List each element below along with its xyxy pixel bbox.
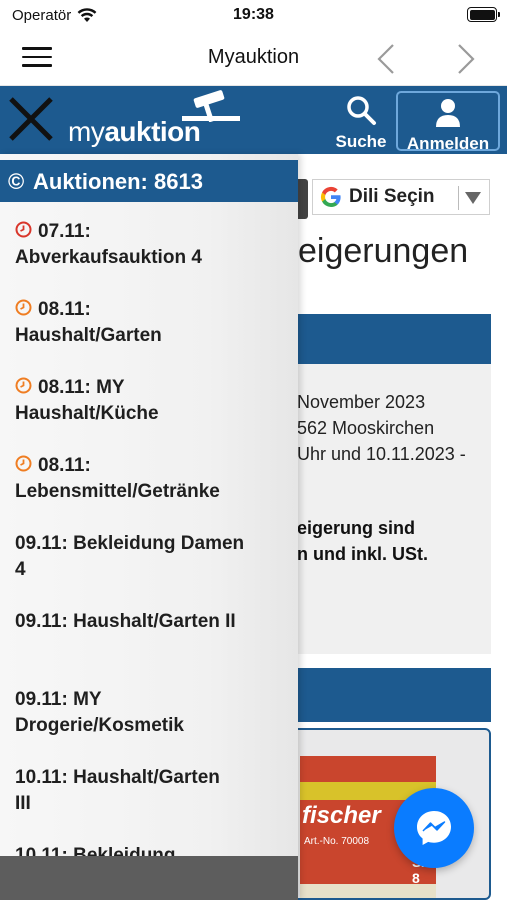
auction-info-text: November 2023 562 Mooskirchen Uhr und 10… bbox=[297, 392, 466, 464]
app-screen: Operatör 19:38 Myauktion myauktion Suche… bbox=[0, 0, 507, 900]
site-header: myauktion Suche Anmelden bbox=[0, 86, 507, 154]
close-icon[interactable] bbox=[6, 94, 56, 144]
auction-item[interactable]: 07.11: Abverkaufsauktion 4 bbox=[0, 202, 298, 280]
auction-item-line2: Haushalt/Garten bbox=[15, 325, 162, 346]
auction-item[interactable]: 09.11: Bekleidung Damen 4 bbox=[0, 514, 298, 592]
drawer-footer bbox=[0, 856, 298, 900]
search-label: Suche bbox=[335, 132, 387, 151]
auctions-drawer: © Auktionen: 8613 07.11: Abverkaufsauktio… bbox=[0, 154, 298, 900]
auction-item-line1: 07.11: bbox=[38, 221, 91, 242]
auction-item[interactable]: 10.11: Haushalt/Garten III bbox=[0, 748, 298, 826]
auction-item-line1: 08.11: bbox=[38, 299, 91, 320]
clock-time: 19:38 bbox=[233, 6, 274, 23]
clock-icon bbox=[15, 221, 32, 238]
page-heading: eigerungen bbox=[298, 232, 469, 270]
chevron-right-icon[interactable] bbox=[451, 42, 481, 76]
auction-item-line2: III bbox=[15, 793, 31, 814]
caret-down-icon bbox=[465, 192, 481, 204]
messenger-button[interactable] bbox=[394, 788, 474, 868]
product-code: Art.-No. 70008 bbox=[304, 836, 370, 847]
auction-item-line2: 4 bbox=[15, 559, 26, 580]
drawer-title: Auktionen: 8613 bbox=[33, 169, 203, 194]
section-header-bar-2 bbox=[292, 668, 491, 722]
auction-item-line1: 08.11: MY bbox=[38, 377, 125, 398]
auction-item[interactable]: 09.11: MY Drogerie/Kosmetik bbox=[0, 670, 298, 748]
auction-item[interactable]: 09.11: Haushalt/Garten II bbox=[0, 592, 298, 670]
login-label: Anmelden bbox=[406, 134, 490, 153]
auction-item[interactable]: 08.11: Lebensmittel/Getränke bbox=[0, 436, 298, 514]
auction-item-line1: 08.11: bbox=[38, 455, 91, 476]
auction-item-line1: 10.11: Haushalt/Garten bbox=[15, 767, 220, 788]
auction-item-line2: Abverkaufsauktion 4 bbox=[15, 247, 202, 268]
status-bar: Operatör 19:38 bbox=[0, 0, 507, 32]
auction-notice-text: eigerung sind n und inkl. USt. bbox=[297, 518, 428, 564]
auction-item[interactable]: 08.11: Haushalt/Garten bbox=[0, 280, 298, 358]
clock-icon bbox=[15, 299, 32, 316]
nav-title: Myauktion bbox=[207, 46, 300, 68]
messenger-icon bbox=[417, 811, 451, 845]
clock-icon bbox=[15, 455, 32, 472]
language-select-label: Dili Seçin bbox=[349, 186, 435, 207]
auction-item-line2: Drogerie/Kosmetik bbox=[15, 715, 184, 736]
user-icon bbox=[436, 99, 460, 127]
navigation-bar: Myauktion bbox=[0, 32, 507, 86]
language-select[interactable]: Dili Seçin bbox=[312, 179, 490, 215]
auction-item-line2: Lebensmittel/Getränke bbox=[15, 481, 220, 502]
auction-item-line1: 09.11: Haushalt/Garten II bbox=[15, 611, 236, 632]
myauktion-logo[interactable]: myauktion bbox=[68, 90, 240, 150]
auction-item-line1: 09.11: MY bbox=[15, 689, 102, 710]
gavel-icon bbox=[182, 90, 240, 122]
copyright-icon: © bbox=[8, 169, 25, 194]
product-brand: fischer bbox=[302, 802, 381, 829]
drawer-header: © Auktionen: 8613 bbox=[0, 160, 298, 202]
clock-icon bbox=[15, 377, 32, 394]
search-button[interactable]: Suche bbox=[330, 94, 392, 151]
battery-icon bbox=[467, 7, 500, 22]
auction-item[interactable]: 08.11: MY Haushalt/Küche bbox=[0, 358, 298, 436]
auction-item-line2: Haushalt/Küche bbox=[15, 403, 159, 424]
google-icon bbox=[320, 186, 341, 208]
chevron-left-icon[interactable] bbox=[373, 42, 403, 76]
auction-item-line1: 09.11: Bekleidung Damen bbox=[15, 533, 245, 554]
search-icon bbox=[347, 96, 376, 125]
login-button[interactable]: Anmelden bbox=[396, 91, 500, 153]
auction-list: 07.11: Abverkaufsauktion 4 08.11: Haushalt/… bbox=[0, 202, 298, 900]
section-header-bar bbox=[292, 314, 491, 364]
